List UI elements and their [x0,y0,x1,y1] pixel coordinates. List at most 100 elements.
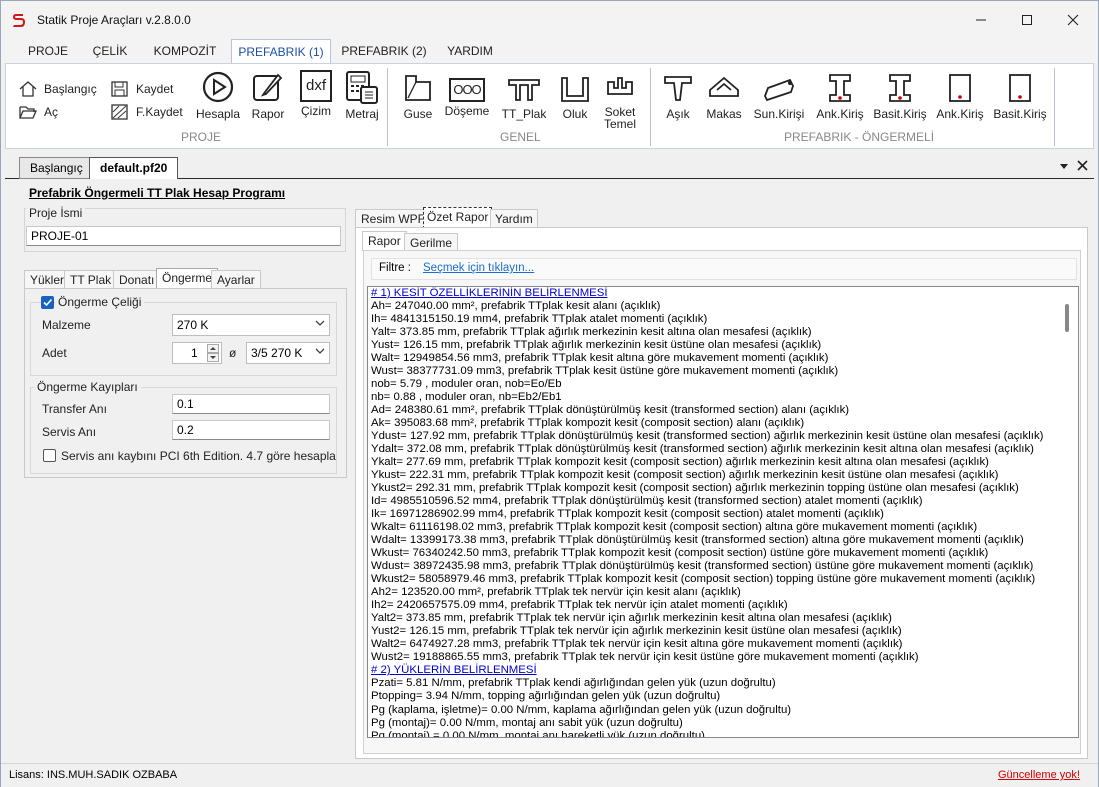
doseme-button[interactable]: OOO Döşeme [444,72,490,118]
report-line: Wust= 38377731.09 mm3, prefabrik TTplak … [371,365,839,378]
guse-label: Guse [403,107,433,121]
close-button[interactable] [1050,1,1096,39]
doc-tab-default[interactable]: default.pf20 [89,157,179,179]
report-line: Ptopping= 3.94 N/mm, topping ağırlığında… [371,690,721,703]
soket-temel-button[interactable]: Soket Temel [600,72,640,130]
report-line: Ah= 247040.00 mm², prefabrik TTplak kesi… [371,300,661,313]
doc-tab-baslangic[interactable]: Başlangıç [19,157,94,179]
license-text: Lisans: INS.MUH.SADIK OZBABA [9,769,178,781]
tab-ozet-rapor[interactable]: Özet Rapor [423,207,493,229]
calculator-icon [346,71,378,104]
report-line: Wkust= 76340242.50 mm3, prefabrik TTplak… [371,547,989,560]
hesapla-button[interactable]: Hesapla [194,70,242,121]
report-line: Walt= 12949854.56 mm3, prefabrik TTplak … [371,352,829,365]
ttplak-button[interactable]: TT_Plak [500,72,548,121]
group-separator [1054,68,1055,146]
malzeme-select[interactable]: 270 K [172,314,330,336]
sunkirisi-button[interactable]: Sun.Kirişi [750,72,808,121]
rapor-button[interactable]: Rapor [246,70,290,121]
tab-yardim[interactable]: YARDIM [437,39,503,63]
pci-checkbox[interactable] [43,449,56,462]
basitkiris2-button[interactable]: Basit.Kiriş [990,72,1050,121]
status-bar: Lisans: INS.MUH.SADIK OZBABA Güncelleme … [1,763,1098,787]
kaydet-label: Kaydet [136,82,174,96]
report-line: Ak= 395083.68 mm², prefabrik TTplak komp… [371,417,805,430]
ribbon: Başlangıç Aç Kaydet F.Kaydet Hesapla Rap… [5,63,1094,149]
rect-beam-icon [949,74,971,102]
dropdown-arrow-icon[interactable] [1059,163,1069,171]
cap-select[interactable]: 3/5 270 K [246,342,330,364]
play-icon [202,71,234,103]
cizim-label: Çizim [301,104,331,118]
report-line: Wust2= 19188865.55 mm3, prefabrik TTplak… [371,651,919,664]
fkaydet-button[interactable]: F.Kaydet [110,103,183,121]
title-bar: Statik Proje Araçları v.2.8.0.0 [1,1,1098,39]
adet-label: Adet [42,346,67,360]
report-line: Ydust= 127.92 mm, prefabrik TTplak dönüş… [371,430,1044,443]
guse-button[interactable]: Guse [398,72,438,121]
tt-plate-icon [508,79,540,101]
makas-button[interactable]: Makas [704,72,744,121]
tab-ttplak[interactable]: TT Plak [64,270,118,290]
tab-kompozit[interactable]: KOMPOZİT [143,39,227,63]
tab-prefabrik-1[interactable]: PREFABRIK (1) [231,39,331,64]
basitkiris-button[interactable]: Basit.Kiriş [870,72,930,121]
ankkiris-button[interactable]: Ank.Kiriş [812,72,868,121]
tab-donati[interactable]: Donatı [113,270,161,290]
spin-arrows-icon[interactable] [207,344,219,362]
adet-value: 1 [191,346,198,360]
adet-stepper[interactable]: 1 [172,342,222,364]
tab-ongerme[interactable]: Öngerme [156,268,219,290]
save-icon [111,81,128,97]
tab-prefabrik-2[interactable]: PREFABRIK (2) [335,39,433,63]
ongerme-celigi-checkbox[interactable] [41,296,54,309]
group-label-proje: PROJE [181,130,222,144]
maximize-button[interactable] [1004,1,1050,39]
subtab-rapor[interactable]: Rapor [362,231,407,251]
report-text[interactable]: # 1) KESİT ÖZELLİKLERİNİN BELİRLENMESİ Ah… [367,286,1079,738]
oluk-button[interactable]: Oluk [556,72,594,121]
transfer-input[interactable]: 0.1 [172,394,330,414]
cap-value: 3/5 270 K [251,346,303,360]
document-tabs: Başlangıç default.pf20 [5,155,1094,179]
filter-label: Filtre : [379,262,411,274]
metraj-button[interactable]: Metraj [340,70,384,121]
doseme-label: Döşeme [444,104,490,118]
rect-beam-icon [1009,74,1031,102]
filter-link[interactable]: Seçmek için tıklayın... [423,262,534,274]
simple-beam-icon [889,74,911,102]
makas-label: Makas [706,107,742,121]
ac-button[interactable]: Aç [18,103,58,121]
asik-button[interactable]: Aşık [660,72,696,121]
close-doc-icon[interactable] [1077,160,1088,171]
report-line: Wdalt= 13399173.38 mm3, prefabrik TTplak… [371,534,1024,547]
proje-ismi-label: Proje İsmi [26,206,86,220]
anchor-beam-icon [829,74,851,102]
kaydet-button[interactable]: Kaydet [110,80,173,98]
update-link[interactable]: Güncelleme yok! [998,769,1080,781]
report-line: Ad= 248380.61 mm², prefabrik TTplak dönü… [371,404,850,417]
tab-celik[interactable]: ÇELİK [81,39,139,63]
report-line: nb= 0.88 , moduler oran, nb=Eb2/Eb1 [371,391,562,404]
chevron-down-icon [315,348,325,354]
tab-yardim-panel[interactable]: Yardım [490,209,538,229]
close-icon [1067,14,1079,26]
minimize-button[interactable] [958,1,1004,39]
tab-proje[interactable]: PROJE [19,39,77,63]
guse-shape-icon [405,75,431,101]
ankkiris2-button[interactable]: Ank.Kiriş [932,72,988,121]
ongerme-celigi-label: Öngerme Çeliği [55,295,145,309]
report-scrollbar-thumb[interactable] [1065,304,1069,332]
tab-ayarlar[interactable]: Ayarlar [211,270,261,290]
group-separator [650,68,651,146]
report-line: Pzati= 5.81 N/mm, prefabrik TTplak kendi… [371,677,776,690]
report-line: Yust= 126.15 mm, prefabrik TTplak ağırlı… [371,339,822,352]
report-line: Ik= 16971286902.99 mm4, prefabrik TTplak… [371,508,884,521]
proje-ismi-input[interactable]: PROJE-01 [26,226,341,246]
baslangic-button[interactable]: Başlangıç [18,80,97,98]
servis-input[interactable]: 0.2 [172,420,330,440]
tab-resim-wpf[interactable]: Resim WPF [355,209,431,229]
report-line: Ah2= 123520.00 mm², prefabrik TTplak tek… [371,586,741,599]
cizim-button[interactable]: dxf Çizim [294,70,338,118]
socket-foundation-icon [607,77,633,95]
